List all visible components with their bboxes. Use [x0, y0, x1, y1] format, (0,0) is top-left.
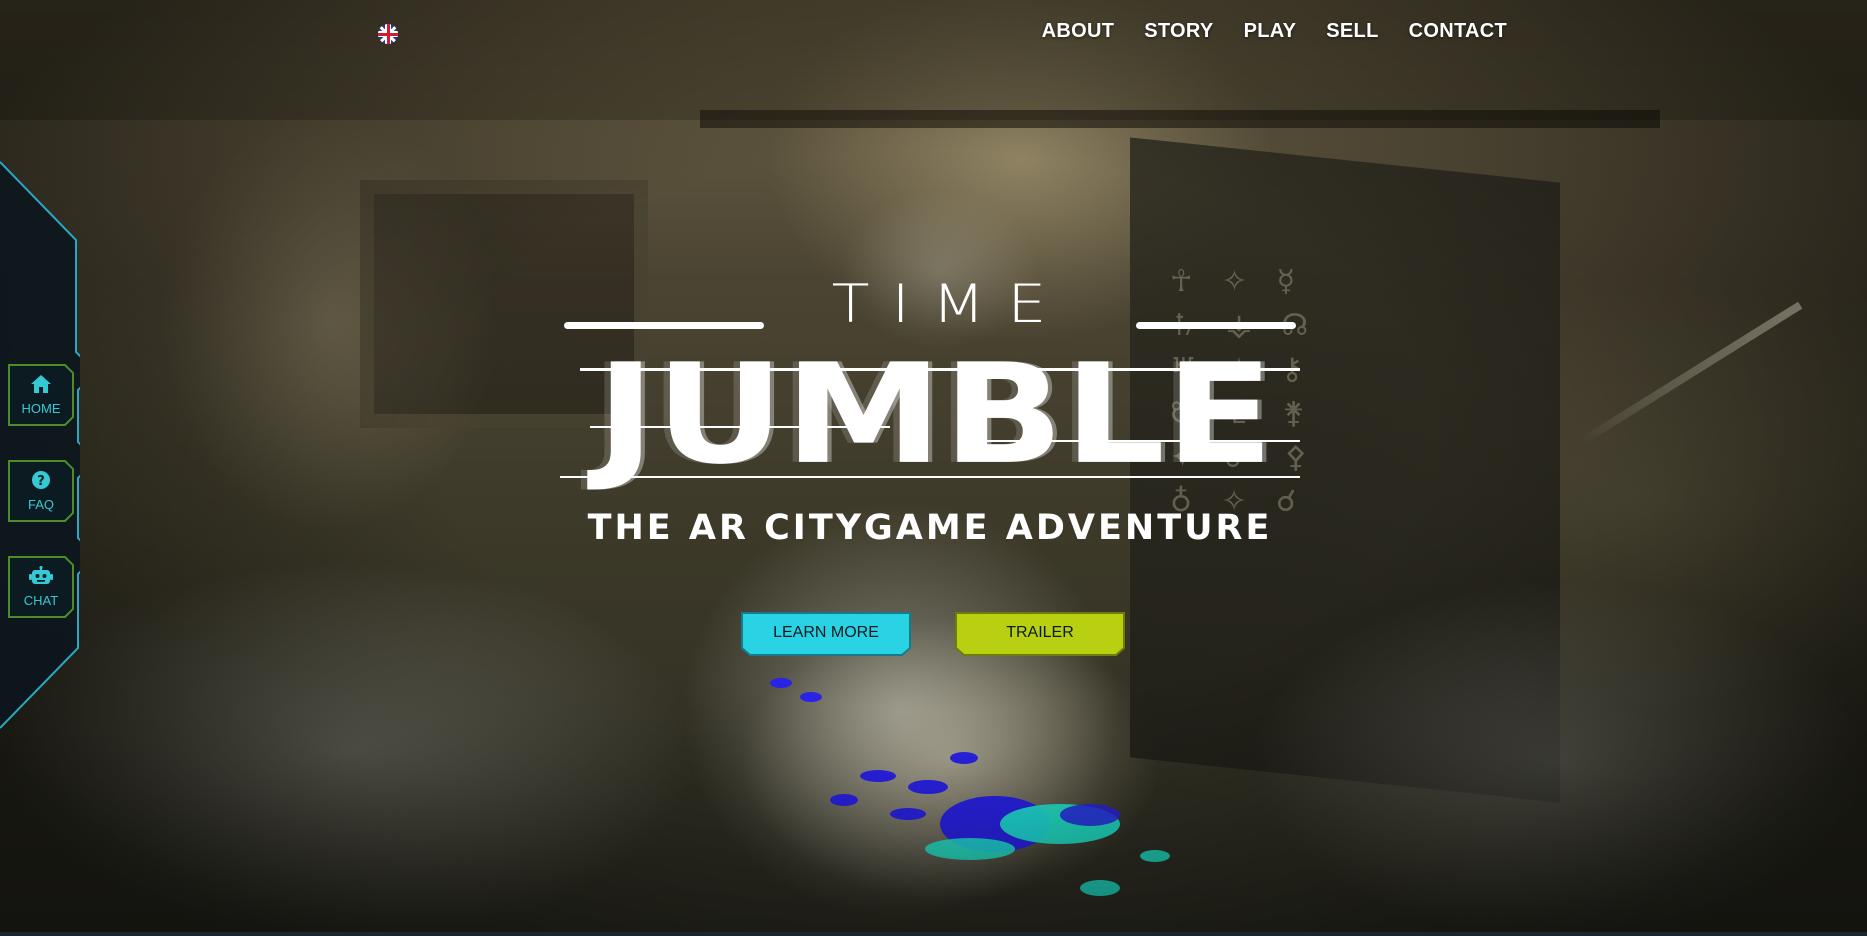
logo-glitch-line [560, 476, 1300, 478]
bottom-strip [0, 932, 1867, 936]
sidebar-home-button[interactable]: HOME [8, 364, 74, 426]
nav-link-story[interactable]: STORY [1144, 20, 1213, 43]
sidebar-faq-label: FAQ [27, 497, 54, 512]
learn-more-button[interactable]: LEARN MORE [741, 612, 911, 656]
trailer-button[interactable]: TRAILER [955, 612, 1125, 656]
logo-jumble-text: JUMBLE [596, 334, 1274, 496]
trailer-label: TRAILER [1006, 624, 1074, 641]
uk-flag-icon[interactable] [378, 24, 398, 44]
hero-logo: TIME JUMBLE THE AR CITYGAME ADVENTURE [560, 272, 1310, 550]
nav-link-contact[interactable]: CONTACT [1409, 20, 1507, 43]
top-nav: ABOUT STORY PLAY SELL CONTACT [1042, 20, 1507, 43]
question-icon: ? [8, 470, 74, 490]
sidebar-frame [0, 161, 80, 729]
logo-time-row: TIME [560, 272, 1310, 340]
robot-icon [8, 566, 74, 586]
logo-glitch-line [960, 440, 1300, 442]
sidebar-faq-button[interactable]: ? FAQ [8, 460, 74, 522]
logo-time-text: TIME [831, 272, 1069, 335]
hero-tagline: THE AR CITYGAME ADVENTURE [587, 508, 1273, 548]
nav-link-about[interactable]: ABOUT [1042, 20, 1115, 43]
nav-link-play[interactable]: PLAY [1244, 20, 1297, 43]
nav-link-sell[interactable]: SELL [1326, 20, 1378, 43]
home-icon [8, 374, 74, 394]
svg-text:?: ? [37, 474, 45, 489]
logo-glitch-line [580, 368, 1300, 371]
sidebar-chat-button[interactable]: CHAT [8, 556, 74, 618]
logo-glitch-line [590, 426, 890, 428]
logo-line-right [1136, 322, 1296, 329]
sidebar: HOME ? FAQ CHAT [0, 160, 80, 730]
sidebar-home-label: HOME [21, 401, 61, 416]
learn-more-label: LEARN MORE [773, 624, 879, 641]
sidebar-chat-label: CHAT [23, 593, 59, 608]
logo-line-left [564, 322, 764, 329]
